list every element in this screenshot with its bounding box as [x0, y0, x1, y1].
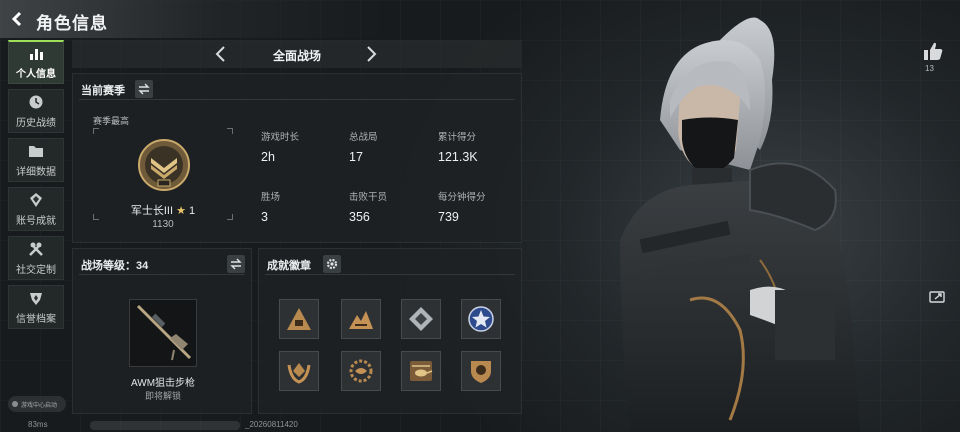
corner-mark	[227, 128, 233, 134]
sidebar-item-achievements[interactable]: 账号成就	[8, 187, 64, 231]
shield-icon	[30, 292, 42, 305]
badge-triangle-bronze-icon[interactable]	[279, 299, 319, 339]
stat-total-score: 累计得分 121.3K	[438, 129, 478, 164]
badge-star-blue-icon[interactable]	[461, 299, 501, 339]
like-count: 13	[925, 64, 934, 73]
sidebar: 个人信息 历史战绩 详细数据 账号成就 社交定制 信誉档案	[8, 40, 64, 334]
badges-settings-button[interactable]	[323, 255, 341, 273]
ping-value: 83ms	[28, 420, 48, 429]
level-header: 战场等级：34	[79, 255, 245, 275]
badge-art	[409, 307, 433, 331]
level-title: 战场等级：34	[81, 260, 149, 272]
stat-label: 胜场	[261, 192, 281, 203]
sidebar-item-label: 个人信息	[16, 69, 56, 80]
stat-value: 121.3K	[438, 150, 478, 164]
rank-emblem-icon	[138, 139, 190, 191]
season-title: 当前赛季	[81, 85, 125, 97]
game-center-label: 游戏中心启动	[21, 402, 58, 409]
sidebar-item-label: 账号成就	[16, 215, 56, 227]
badges-title: 成就徽章	[267, 260, 311, 272]
season-switch-button[interactable]	[135, 80, 153, 98]
folder-icon	[29, 145, 43, 157]
swap-icon	[138, 83, 150, 95]
badge-shield-bronze-icon[interactable]	[461, 351, 501, 391]
weapon-status: 即将解锁	[144, 391, 181, 401]
achievement-badges-panel: 成就徽章	[258, 248, 522, 414]
stat-total-matches: 总战局 17	[349, 129, 378, 164]
battlefield-level-panel: 战场等级：34 AWM狙击步枪 即将解锁	[72, 248, 252, 414]
mode-selector: 全面战场	[72, 40, 522, 68]
chevron-right-icon[interactable]	[362, 45, 380, 63]
sidebar-item-label: 信誉档案	[16, 313, 56, 325]
badges-header: 成就徽章	[265, 255, 515, 275]
badge-mountain-bronze-icon[interactable]	[341, 299, 381, 339]
sidebar-item-label: 详细数据	[16, 166, 56, 178]
stat-value: 739	[438, 210, 459, 224]
stat-value: 3	[261, 210, 268, 224]
stat-label: 累计得分	[438, 132, 477, 143]
stat-value: 356	[349, 210, 370, 224]
season-panel: 当前赛季 赛季最高 军士长III ★ 1 1130 游戏时长 2h 总战局 17…	[72, 73, 522, 243]
tools-icon	[29, 242, 43, 256]
thumbs-up-icon[interactable]	[922, 40, 944, 62]
sidebar-item-label: 历史战绩	[16, 117, 56, 129]
mode-label: 全面战场	[272, 49, 321, 63]
game-center-icon	[12, 401, 18, 407]
weapon-reward-slot[interactable]	[129, 299, 197, 367]
uid-redacted	[90, 421, 240, 430]
badge-art	[410, 361, 433, 381]
stat-label: 击败干员	[349, 192, 388, 203]
badge-art	[349, 311, 373, 329]
badge-diamond-silver-icon[interactable]	[401, 299, 441, 339]
swap-icon	[230, 258, 242, 270]
stat-play-time: 游戏时长 2h	[261, 129, 299, 164]
rank-name-text: 军士长III	[130, 205, 174, 217]
rank-box: 军士长III ★ 1 1130	[93, 128, 233, 230]
sidebar-item-reputation[interactable]: 信誉档案	[8, 285, 64, 329]
stat-label: 每分钟得分	[438, 192, 486, 203]
page-title: 角色信息	[36, 14, 108, 33]
stat-score-per-minute: 每分钟得分 739	[438, 189, 486, 224]
gear-icon	[326, 258, 338, 270]
badge-art	[287, 308, 311, 330]
history-icon	[29, 95, 43, 108]
bar-chart-icon	[30, 49, 43, 60]
corner-mark	[93, 128, 99, 134]
top-bar: 角色信息	[0, 0, 960, 38]
badge-laurel-bronze-icon[interactable]	[279, 351, 319, 391]
stat-wins: 胜场 3	[261, 189, 280, 224]
sidebar-item-personal-info[interactable]: 个人信息	[8, 40, 64, 84]
badge-art	[287, 363, 311, 384]
rank-name: 军士长III ★ 1	[93, 202, 233, 218]
stat-label: 总战局	[349, 132, 378, 143]
badge-wreath-bronze-icon[interactable]	[341, 351, 381, 391]
status-footer: 83ms	[10, 420, 48, 429]
badge-art	[471, 361, 491, 383]
weapon-name: AWM狙击步枪	[130, 378, 196, 389]
sidebar-item-history[interactable]: 历史战绩	[8, 89, 64, 133]
game-center-launch[interactable]: 游戏中心启动	[8, 396, 66, 412]
rank-points: 1130	[152, 219, 174, 230]
sidebar-item-social[interactable]: 社交定制	[8, 236, 64, 280]
season-header: 当前赛季	[79, 80, 515, 100]
uid-text: _20260811420	[245, 420, 298, 429]
star-icon: ★	[176, 205, 186, 217]
season-best-label: 赛季最高	[93, 116, 130, 126]
sidebar-item-label: 社交定制	[16, 264, 56, 276]
stat-kills: 击败干员 356	[349, 189, 387, 224]
sniper-rifle-icon	[136, 304, 192, 361]
stat-value: 17	[349, 150, 363, 164]
stat-value: 2h	[261, 150, 275, 164]
achievement-icon	[30, 192, 42, 207]
character-portrait	[620, 17, 860, 432]
stat-label: 游戏时长	[261, 132, 300, 143]
badge-art	[349, 359, 373, 383]
rank-stars: 1	[189, 205, 196, 217]
back-arrow-icon[interactable]	[9, 11, 25, 27]
badge-helicopter-bronze-icon[interactable]	[401, 351, 441, 391]
sidebar-item-details[interactable]: 详细数据	[8, 138, 64, 182]
share-icon[interactable]	[929, 290, 947, 304]
level-switch-button[interactable]	[227, 255, 245, 273]
badge-art	[468, 306, 494, 332]
